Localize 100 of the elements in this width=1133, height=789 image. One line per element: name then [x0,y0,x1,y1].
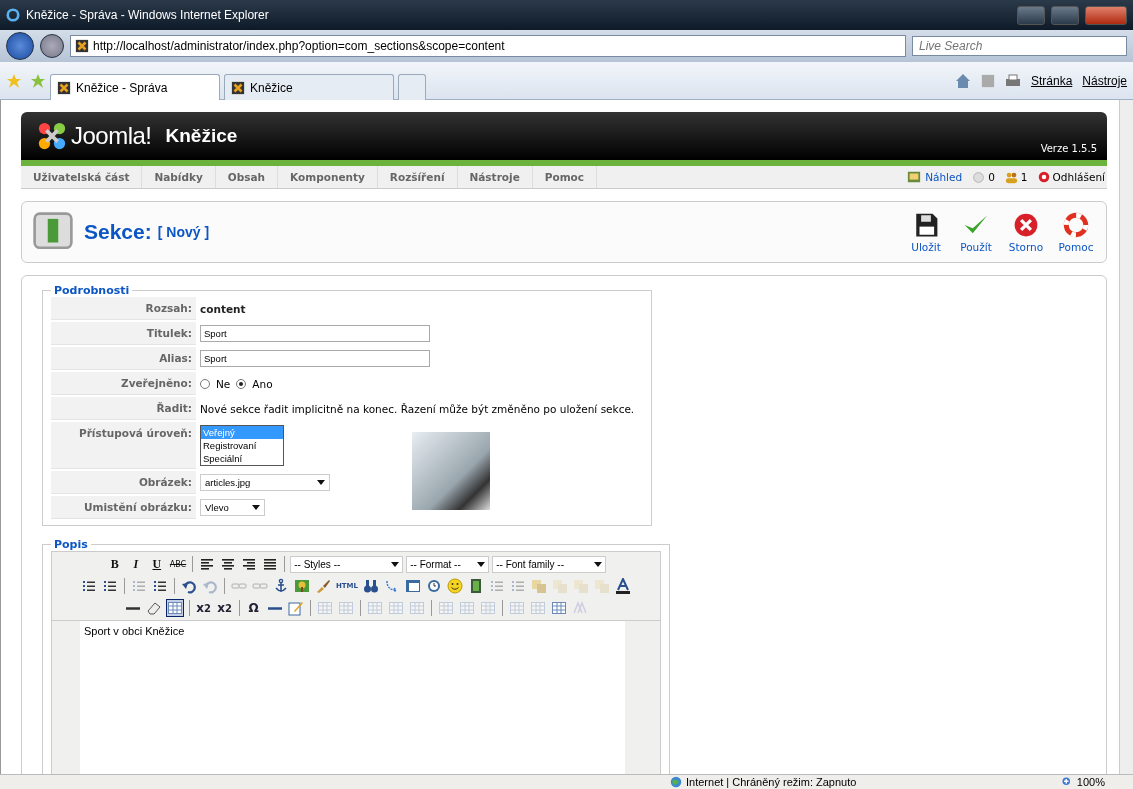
ordering-note: Nové sekce řadit implicitně na konec. Řazení může být změněno po uložení sekce. [200,402,635,415]
justify-icon [262,556,279,572]
toolbar-button[interactable]: Uložit [908,211,944,253]
editor-dropdown[interactable]: -- Font family -- [492,555,607,573]
status-link[interactable]: Odhlášení [1037,171,1105,183]
browser-tab[interactable]: Kněžice - Správa [50,74,220,100]
indent-icon [151,578,168,594]
page-subtitle: [ Nový ] [157,224,210,240]
new-tab-button[interactable] [398,74,426,100]
format-button[interactable]: U [147,555,166,573]
browser-logo-icon [6,8,20,22]
toolbar-button[interactable]: Pomoc [1058,211,1094,253]
window-title: Kněžice - Správa - Windows Internet Explorer [26,8,270,22]
format-button[interactable]: ABC [168,555,188,573]
text-input[interactable]: Sport [200,325,430,342]
site-logo-icon [231,80,245,95]
align-left-icon [199,556,216,572]
table-icon [550,600,567,616]
dropdown[interactable]: Vlevo [200,499,265,516]
numbered-list-icon [101,578,118,594]
search-field[interactable]: Live Search [912,36,1127,56]
power-icon [1037,171,1050,183]
minimize-button[interactable] [1017,5,1045,25]
menu-item[interactable]: Pomoc [532,166,598,188]
menu-item[interactable]: Komponenty [278,166,378,188]
command-menu[interactable]: Stránka [1030,74,1073,88]
site-logo-icon [57,80,71,95]
field-label: Obrázek: [51,471,196,494]
toolbar-button[interactable]: Použít [958,211,994,253]
zoom-level[interactable]: 100% [1060,776,1105,788]
radio-button[interactable] [236,378,247,389]
users-icon [1004,170,1018,184]
feed-icon [980,74,995,88]
printer-icon [1004,73,1021,89]
bullet-list-icon [80,578,97,594]
redo-icon [201,578,218,594]
table-icon [508,600,525,616]
rule-icon [266,606,283,610]
menu-item[interactable]: Uživatelská část [21,166,143,188]
row-delete-icon [408,600,425,616]
dropdown[interactable]: articles.jpg [200,474,330,491]
status-link[interactable]: 0 [972,170,995,184]
toolbar-button[interactable]: Storno [1008,211,1044,253]
listbox-option[interactable]: Speciální [201,452,283,465]
format-button[interactable]: B [105,555,124,573]
layer-icon [552,578,569,594]
field-label: Alias: [51,347,196,370]
listbox-option[interactable]: Registrovaní [201,439,283,452]
radio-button[interactable] [200,378,210,389]
envelope-icon [972,170,986,184]
menu-item[interactable]: Rozšíření [377,166,458,188]
edit-icon [287,600,304,616]
scope-value: content [200,302,246,315]
address-field[interactable]: http://localhost/administrator/index.php?option=com_sections&scope=content [70,35,906,57]
smiley-button[interactable] [446,577,465,595]
image-button[interactable] [292,577,311,595]
field-label: Zveřejněno: [51,372,196,395]
binoculars-button[interactable] [362,577,381,595]
status-link[interactable]: 1 [1004,170,1028,184]
access-level-listbox[interactable]: Veřejný Registrovaní Speciální [200,425,284,466]
smiley-icon [447,578,464,594]
star-icon [6,73,22,89]
field-label: Titulek: [51,322,196,345]
back-button[interactable] [6,32,34,60]
menu-item[interactable]: Nástroje [457,166,533,188]
help-icon [1063,211,1089,238]
table-icon [166,600,183,616]
maximize-button[interactable] [1051,5,1079,25]
field-label: Přístupová úroveň: [51,422,196,469]
calendar-icon [405,578,422,594]
forward-button[interactable] [40,34,64,58]
editor-text[interactable]: Sport v obci Kněžice [80,621,625,774]
table-icon [529,600,546,616]
text-color-button[interactable] [614,577,633,595]
row-insert-icon [387,600,404,616]
cancel-icon [1013,211,1039,238]
zoom-icon [1060,776,1073,788]
format-button[interactable]: Ω [244,599,263,617]
joomla-logo-icon [37,121,67,151]
align-right-icon [241,556,258,572]
scrollbar[interactable] [1119,100,1133,774]
eraser-icon [145,600,162,616]
format-button[interactable]: I [126,555,145,573]
layer-icon [531,578,548,594]
editor-dropdown[interactable]: -- Format -- [406,555,490,573]
table-button[interactable] [165,599,184,617]
status-link[interactable]: Náhled [906,170,963,184]
close-button[interactable] [1085,5,1127,25]
radio-label: Ne [216,377,231,390]
layer-icon [573,578,590,594]
menu-item[interactable]: Nabídky [142,166,216,188]
menu-item[interactable]: Obsah [215,166,279,188]
text-input[interactable]: Sport [200,350,430,367]
editor-dropdown[interactable]: -- Styles -- [290,555,404,573]
fieldset-legend: Podrobnosti [51,284,133,297]
command-menu[interactable]: Nástroje [1082,74,1127,88]
calendar-button[interactable] [404,577,423,595]
browser-tab[interactable]: Kněžice [224,74,394,100]
globe-icon [670,776,682,788]
image-icon [293,578,310,594]
